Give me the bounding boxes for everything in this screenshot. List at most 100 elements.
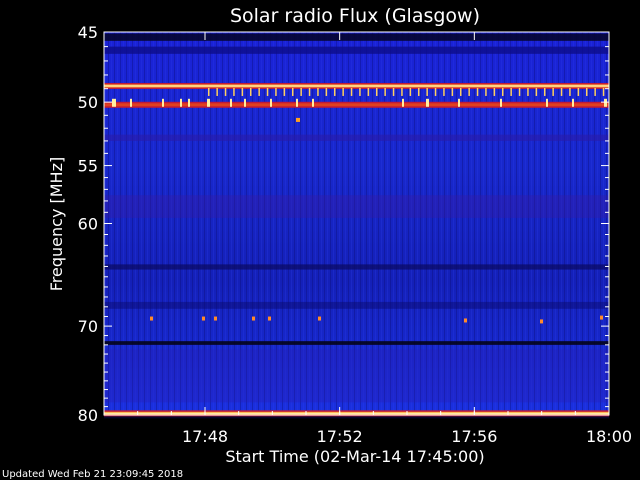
burst-spike <box>130 98 132 107</box>
burst-spike <box>594 87 596 96</box>
burst-spike <box>162 98 164 107</box>
burst-spike <box>241 87 244 96</box>
background-band <box>104 341 609 345</box>
burst-spike <box>392 87 395 96</box>
burst-spike <box>384 87 386 96</box>
burst-spike <box>527 87 529 96</box>
burst-spike <box>604 98 607 107</box>
updated-timestamp: Updated Wed Feb 21 23:09:45 2018 <box>2 469 183 480</box>
burst-spike <box>112 98 116 107</box>
burst-dot <box>464 318 467 323</box>
burst-spike <box>224 87 227 96</box>
burst-spike <box>359 87 361 96</box>
background-band <box>104 134 609 141</box>
background-band <box>104 46 609 54</box>
burst-spike <box>451 87 454 96</box>
burst-spike <box>535 87 538 96</box>
burst-spike <box>426 98 429 107</box>
burst-dot <box>150 316 153 321</box>
burst-spike <box>518 87 521 96</box>
burst-spike <box>418 87 420 96</box>
burst-spike <box>296 98 298 107</box>
burst-spike <box>493 87 496 96</box>
burst-dot <box>214 316 217 321</box>
burst-spike <box>502 87 504 96</box>
burst-spike <box>258 87 260 96</box>
spectrogram-plot <box>104 32 609 419</box>
burst-spike <box>334 87 336 96</box>
burst-spike <box>510 87 512 96</box>
burst-spike <box>485 87 487 96</box>
background-band <box>104 349 609 403</box>
burst-spike <box>569 87 571 96</box>
burst-spike <box>275 87 277 96</box>
burst-spike <box>546 98 548 107</box>
burst-spike <box>233 87 235 96</box>
burst-spike <box>180 98 182 107</box>
burst-spike <box>500 98 502 107</box>
bright-band-peak <box>104 412 609 414</box>
spectrogram-figure: Solar radio Flux (Glasgow) 455055607080 … <box>2 5 632 480</box>
y-axis-label: Frequency [MHz] <box>47 157 66 291</box>
bright-band-core <box>104 103 609 107</box>
burst-dot <box>268 316 271 321</box>
burst-spike <box>401 87 403 96</box>
burst-dot <box>252 316 255 321</box>
y-tick-label: 45 <box>78 23 98 42</box>
burst-spike <box>312 98 314 107</box>
burst-spike <box>560 87 563 96</box>
background-band <box>104 301 609 309</box>
y-tick-label: 70 <box>78 317 98 336</box>
y-tick-label: 55 <box>78 157 98 176</box>
x-axis-label: Start Time (02-Mar-14 17:45:00) <box>225 447 484 466</box>
burst-spike <box>350 87 353 96</box>
burst-spike <box>208 87 210 96</box>
burst-dot <box>296 117 300 122</box>
burst-spike <box>207 98 210 107</box>
burst-spike <box>376 87 378 96</box>
burst-spike <box>426 87 428 96</box>
burst-spike <box>552 87 554 96</box>
burst-spike <box>443 87 445 96</box>
x-tick-label: 18:00 <box>586 427 632 446</box>
burst-dot <box>540 319 543 324</box>
burst-spike <box>409 87 412 96</box>
background-band <box>104 264 609 270</box>
burst-spike <box>367 87 370 96</box>
burst-spike <box>250 87 252 96</box>
burst-spike <box>572 98 574 107</box>
burst-spike <box>577 87 580 96</box>
burst-dot <box>202 316 205 321</box>
x-tick-label: 17:56 <box>451 427 497 446</box>
background-band <box>104 33 609 41</box>
burst-spike <box>468 87 470 96</box>
burst-spike <box>230 98 232 107</box>
burst-spike <box>266 87 269 96</box>
burst-spike <box>325 87 328 96</box>
burst-spike <box>308 87 311 96</box>
burst-spike <box>402 98 404 107</box>
burst-spike <box>244 98 246 107</box>
y-tick-label: 80 <box>78 406 98 425</box>
burst-dot <box>600 315 603 320</box>
burst-spike <box>342 87 344 96</box>
burst-spike <box>292 87 294 96</box>
burst-spike <box>544 87 546 96</box>
burst-spike <box>300 87 302 96</box>
burst-spike <box>434 87 437 96</box>
burst-spike <box>602 87 605 96</box>
bright-band-peak <box>104 85 609 87</box>
burst-spike <box>586 87 588 96</box>
y-tick-label: 60 <box>78 215 98 234</box>
burst-spike <box>270 98 272 107</box>
burst-spike <box>283 87 286 96</box>
x-tick-label: 17:48 <box>182 427 228 446</box>
burst-spike <box>188 98 190 107</box>
burst-spike <box>476 87 479 96</box>
burst-spike <box>317 87 319 96</box>
burst-spike <box>458 98 460 107</box>
burst-spike <box>460 87 462 96</box>
chart-title: Solar radio Flux (Glasgow) <box>230 5 480 27</box>
background-band <box>104 195 609 218</box>
y-tick-label: 50 <box>78 93 98 112</box>
